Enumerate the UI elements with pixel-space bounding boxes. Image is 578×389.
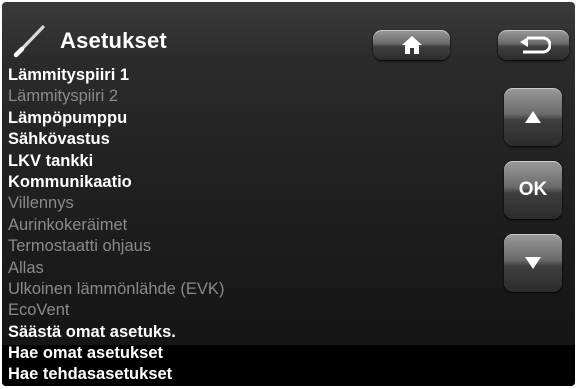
back-arrow-icon — [519, 36, 551, 54]
menu-item-sahkovastus[interactable]: Sähkövastus — [8, 129, 224, 150]
menu-item-lammityspiiri-2: Lämmityspiiri 2 — [8, 87, 119, 106]
menu-item-hae-tehdasasetukset[interactable]: Hae tehdasasetukset — [8, 364, 224, 385]
up-button[interactable] — [504, 88, 562, 146]
menu-item-ulkoinen-lammonlahde: Ulkoinen lämmönlähde (EVK) — [8, 279, 225, 298]
page-title: Asetukset — [60, 28, 167, 53]
device-screen: Asetukset Lämmityspiiri 1 Lämmityspiiri … — [2, 2, 575, 386]
home-icon — [401, 36, 422, 54]
ok-button[interactable]: OK — [504, 161, 562, 219]
menu-item-aurinkokeraimet: Aurinkokeräimet — [8, 215, 128, 234]
menu-item-termostaatti-ohjaus: Termostaatti ohjaus — [8, 237, 152, 256]
up-arrow-icon — [525, 111, 541, 123]
down-arrow-icon — [525, 257, 541, 269]
menu-item-villennys: Villennys — [8, 194, 74, 213]
menu-item-lkv-tankki[interactable]: LKV tankki — [8, 151, 224, 172]
home-button[interactable] — [373, 30, 450, 60]
back-button[interactable] — [498, 30, 569, 60]
menu-item-hae-omat-asetukset[interactable]: Hae omat asetukset — [8, 343, 224, 364]
menu-item-ecovent: EcoVent — [8, 301, 70, 320]
down-button[interactable] — [504, 234, 562, 292]
menu-item-lampopumppu[interactable]: Lämpöpumppu — [8, 108, 224, 129]
menu-item-kommunikaatio[interactable]: Kommunikaatio — [8, 172, 224, 193]
ok-label: OK — [518, 179, 548, 200]
settings-menu: Lämmityspiiri 1 Lämmityspiiri 2 Lämpöpum… — [8, 65, 224, 386]
menu-item-allas: Allas — [8, 258, 44, 277]
menu-item-lammityspiiri-1[interactable]: Lämmityspiiri 1 — [8, 65, 224, 86]
menu-item-saasta-omat-asetukset[interactable]: Säästä omat asetuks. — [8, 322, 224, 343]
screwdriver-icon — [13, 25, 45, 58]
